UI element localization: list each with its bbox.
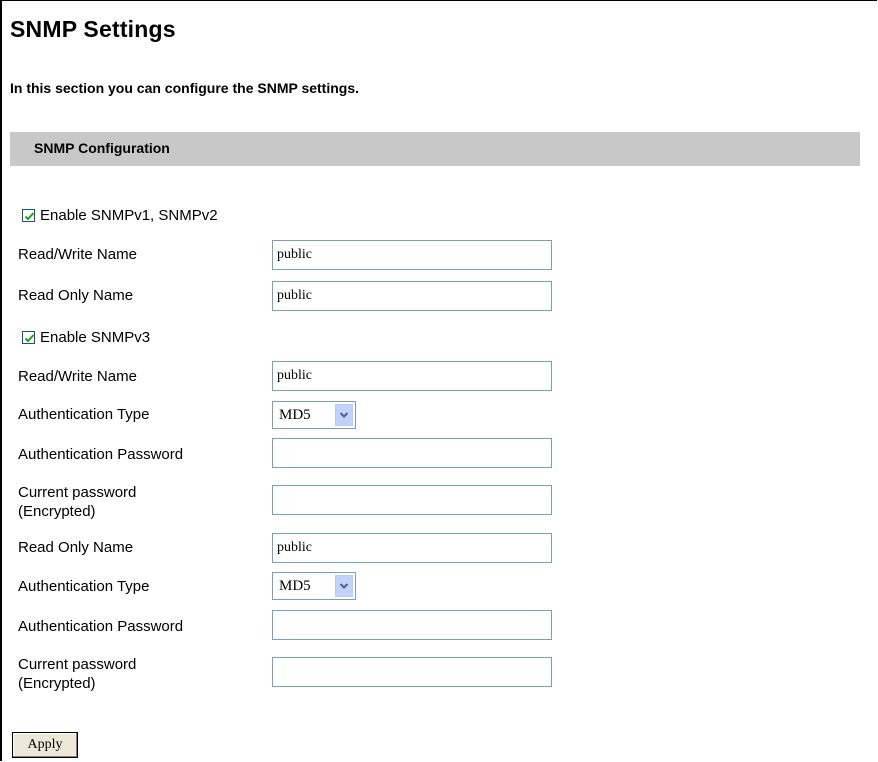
snmpv3-ro-name-label: Read Only Name: [18, 539, 134, 556]
snmpv3-ro-name-input[interactable]: public: [272, 533, 552, 563]
snmpv3-rw-current-password-label: Current password (Encrypted): [18, 483, 136, 521]
page-description: In this section you can configure the SN…: [10, 80, 360, 96]
snmpv12-rw-name-input[interactable]: public: [272, 240, 552, 270]
enable-snmpv3-checkbox[interactable]: [22, 331, 35, 344]
current-password-label-line2: (Encrypted): [18, 503, 96, 520]
snmpv3-rw-auth-type-value: MD5: [279, 406, 311, 423]
snmpv3-ro-auth-password-label: Authentication Password: [18, 618, 184, 635]
snmpv3-rw-current-password-input[interactable]: [272, 485, 552, 515]
snmpv3-ro-auth-password-input[interactable]: [272, 610, 552, 640]
snmpv3-ro-auth-type-label: Authentication Type: [18, 578, 150, 595]
snmpv3-rw-name-label: Read/Write Name: [18, 368, 137, 385]
current-password-label-line1: Current password: [18, 656, 137, 673]
snmpv3-ro-auth-type-select[interactable]: MD5: [272, 572, 356, 600]
snmpv3-rw-name-input[interactable]: public: [272, 361, 552, 391]
snmpv3-rw-auth-password-input[interactable]: [272, 438, 552, 468]
chevron-down-icon[interactable]: [335, 404, 353, 426]
snmpv12-ro-name-input[interactable]: public: [272, 281, 552, 311]
snmpv3-rw-auth-type-select[interactable]: MD5: [272, 401, 356, 429]
snmpv3-rw-auth-password-label: Authentication Password: [18, 446, 184, 463]
enable-snmpv3-label: Enable SNMPv3: [40, 329, 151, 346]
section-title: SNMP Configuration: [34, 140, 170, 156]
current-password-label-line1: Current password: [18, 484, 137, 501]
snmpv12-rw-name-label: Read/Write Name: [18, 246, 137, 263]
enable-snmpv3-checkbox-row[interactable]: Enable SNMPv3: [22, 329, 150, 346]
checkmark-icon: [24, 334, 35, 343]
enable-snmpv12-checkbox-row[interactable]: Enable SNMPv1, SNMPv2: [22, 207, 218, 224]
snmpv3-ro-current-password-input[interactable]: [272, 657, 552, 687]
page-title: SNMP Settings: [10, 16, 176, 42]
snmpv3-ro-auth-type-value: MD5: [279, 577, 311, 594]
checkmark-icon: [24, 212, 35, 221]
snmpv12-ro-name-label: Read Only Name: [18, 287, 134, 304]
chevron-down-icon[interactable]: [335, 575, 353, 597]
current-password-label-line2: (Encrypted): [18, 675, 96, 692]
apply-button[interactable]: Apply: [12, 732, 78, 758]
enable-snmpv12-checkbox[interactable]: [22, 209, 35, 222]
snmpv3-ro-current-password-label: Current password (Encrypted): [18, 655, 136, 693]
enable-snmpv12-label: Enable SNMPv1, SNMPv2: [40, 207, 218, 224]
section-header: SNMP Configuration: [10, 132, 860, 166]
snmpv3-rw-auth-type-label: Authentication Type: [18, 406, 150, 423]
